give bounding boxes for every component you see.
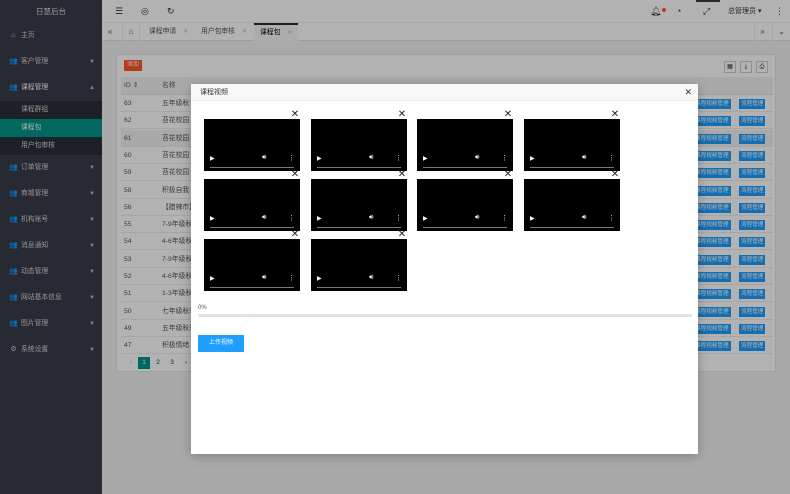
video-controls: ▶ 🔊︎ ⋮ [204, 214, 300, 228]
video-player[interactable]: ▶ 🔊︎ ⋮ [311, 119, 407, 171]
play-icon[interactable]: ▶ [317, 215, 322, 222]
volume-icon[interactable]: 🔊︎ [369, 154, 373, 162]
video-controls: ▶ 🔊︎ ⋮ [311, 154, 407, 168]
volume-icon[interactable]: 🔊︎ [475, 214, 479, 222]
play-icon[interactable]: ▶ [423, 155, 428, 162]
upload-video-button[interactable]: 上传视频 [198, 335, 244, 352]
volume-icon[interactable]: 🔊︎ [369, 214, 373, 222]
video-controls: ▶ 🔊︎ ⋮ [204, 154, 300, 168]
video-progress-bar[interactable] [530, 167, 614, 168]
more-icon[interactable]: ⋮ [288, 154, 295, 162]
remove-video-icon[interactable]: ✕ [397, 170, 407, 180]
play-icon[interactable]: ▶ [317, 155, 322, 162]
remove-video-icon[interactable]: ✕ [503, 170, 513, 180]
remove-video-icon[interactable]: ✕ [610, 170, 620, 180]
more-icon[interactable]: ⋮ [501, 214, 508, 222]
course-video-modal: 课程视频 ✕ ▶ 🔊︎ ⋮ ✕ ▶ 🔊︎ ⋮ ✕ ▶ 🔊︎ ⋮ ✕ ▶ 🔊︎ ⋮ ✕ ▶ 🔊︎ ⋮ ✕ ▶ 🔊︎ ⋮ ✕ ▶ 🔊︎… [191, 84, 698, 454]
video-player[interactable]: ▶ 🔊︎ ⋮ [204, 179, 300, 231]
play-icon[interactable]: ▶ [317, 275, 322, 282]
upload-progress-bar [198, 314, 692, 317]
volume-icon[interactable]: 🔊︎ [262, 274, 266, 282]
video-player[interactable]: ▶ 🔊︎ ⋮ [204, 239, 300, 291]
volume-icon[interactable]: 🔊︎ [262, 154, 266, 162]
video-controls: ▶ 🔊︎ ⋮ [524, 154, 620, 168]
remove-video-icon[interactable]: ✕ [503, 110, 513, 120]
video-controls: ▶ 🔊︎ ⋮ [417, 154, 513, 168]
volume-icon[interactable]: 🔊︎ [262, 214, 266, 222]
upload-progress-label: 0% [198, 305, 207, 311]
modal-title: 课程视频 [200, 89, 228, 96]
video-progress-bar[interactable] [423, 167, 507, 168]
volume-icon[interactable]: 🔊︎ [582, 154, 586, 162]
remove-video-icon[interactable]: ✕ [290, 230, 300, 240]
video-player[interactable]: ▶ 🔊︎ ⋮ [417, 179, 513, 231]
play-icon[interactable]: ▶ [530, 155, 535, 162]
remove-video-icon[interactable]: ✕ [290, 110, 300, 120]
more-icon[interactable]: ⋮ [608, 214, 615, 222]
play-icon[interactable]: ▶ [530, 215, 535, 222]
volume-icon[interactable]: 🔊︎ [582, 214, 586, 222]
remove-video-icon[interactable]: ✕ [610, 110, 620, 120]
more-icon[interactable]: ⋮ [395, 154, 402, 162]
video-player[interactable]: ▶ 🔊︎ ⋮ [417, 119, 513, 171]
video-progress-bar[interactable] [317, 227, 401, 228]
play-icon[interactable]: ▶ [423, 215, 428, 222]
video-controls: ▶ 🔊︎ ⋮ [524, 214, 620, 228]
video-player[interactable]: ▶ 🔊︎ ⋮ [311, 179, 407, 231]
more-icon[interactable]: ⋮ [608, 154, 615, 162]
video-progress-bar[interactable] [210, 287, 294, 288]
volume-icon[interactable]: 🔊︎ [475, 154, 479, 162]
more-icon[interactable]: ⋮ [501, 154, 508, 162]
volume-icon[interactable]: 🔊︎ [369, 274, 373, 282]
more-icon[interactable]: ⋮ [395, 274, 402, 282]
more-icon[interactable]: ⋮ [288, 274, 295, 282]
video-progress-bar[interactable] [317, 287, 401, 288]
video-controls: ▶ 🔊︎ ⋮ [204, 274, 300, 288]
play-icon[interactable]: ▶ [210, 275, 215, 282]
video-progress-bar[interactable] [210, 227, 294, 228]
video-player[interactable]: ▶ 🔊︎ ⋮ [524, 119, 620, 171]
remove-video-icon[interactable]: ✕ [397, 110, 407, 120]
video-controls: ▶ 🔊︎ ⋮ [311, 274, 407, 288]
more-icon[interactable]: ⋮ [288, 214, 295, 222]
close-icon[interactable]: ✕ [684, 84, 692, 101]
modal-header: 课程视频 ✕ [191, 84, 698, 101]
remove-video-icon[interactable]: ✕ [397, 230, 407, 240]
video-controls: ▶ 🔊︎ ⋮ [311, 214, 407, 228]
video-progress-bar[interactable] [210, 167, 294, 168]
video-player[interactable]: ▶ 🔊︎ ⋮ [311, 239, 407, 291]
play-icon[interactable]: ▶ [210, 155, 215, 162]
play-icon[interactable]: ▶ [210, 215, 215, 222]
more-icon[interactable]: ⋮ [395, 214, 402, 222]
remove-video-icon[interactable]: ✕ [290, 170, 300, 180]
video-controls: ▶ 🔊︎ ⋮ [417, 214, 513, 228]
video-player[interactable]: ▶ 🔊︎ ⋮ [204, 119, 300, 171]
video-progress-bar[interactable] [317, 167, 401, 168]
video-progress-bar[interactable] [423, 227, 507, 228]
video-progress-bar[interactable] [530, 227, 614, 228]
video-player[interactable]: ▶ 🔊︎ ⋮ [524, 179, 620, 231]
